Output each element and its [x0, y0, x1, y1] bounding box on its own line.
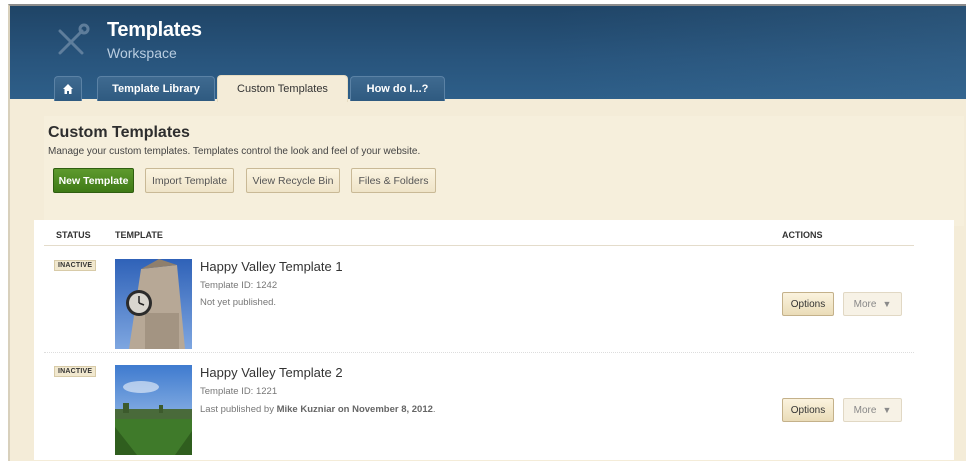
app-title: Templates — [107, 19, 202, 41]
files-folders-button[interactable]: Files & Folders — [351, 168, 436, 193]
template-id: Template ID: 1221 — [200, 386, 278, 397]
template-publish-status: Last published by Mike Kuzniar on Novemb… — [200, 404, 436, 415]
status-badge: INACTIVE — [54, 366, 97, 377]
options-button[interactable]: Options — [782, 292, 834, 316]
status-prefix: Last published by — [200, 404, 277, 415]
status-end: . — [432, 404, 436, 415]
more-label: More — [853, 404, 877, 416]
page-title: Custom Templates — [48, 124, 190, 141]
column-header-template: TEMPLATE — [115, 230, 163, 240]
more-button[interactable]: More ▼ — [843, 398, 902, 422]
publish-date: November 8, 2012 — [352, 404, 433, 415]
import-template-button[interactable]: Import Template — [145, 168, 234, 193]
row-divider — [44, 352, 914, 353]
template-name[interactable]: Happy Valley Template 2 — [200, 365, 343, 380]
options-button[interactable]: Options — [782, 398, 834, 422]
status-mid: on — [335, 404, 353, 415]
template-thumbnail[interactable] — [115, 365, 192, 455]
page-description: Manage your custom templates. Templates … — [48, 146, 421, 157]
caret-down-icon: ▼ — [882, 405, 892, 415]
more-label: More — [853, 298, 877, 310]
more-button[interactable]: More ▼ — [843, 292, 902, 316]
template-id: Template ID: 1242 — [200, 280, 278, 291]
tab-home[interactable] — [54, 76, 82, 101]
publisher-name: Mike Kuzniar — [276, 404, 336, 415]
app-subtitle: Workspace — [107, 45, 177, 61]
tab-how-do-i[interactable]: How do I...? — [350, 76, 445, 101]
new-template-button[interactable]: New Template — [53, 168, 134, 193]
column-header-actions: ACTIONS — [782, 230, 823, 240]
tab-template-library[interactable]: Template Library — [97, 76, 215, 101]
template-thumbnail[interactable] — [115, 259, 192, 349]
view-recycle-bin-button[interactable]: View Recycle Bin — [246, 168, 340, 193]
status-badge: INACTIVE — [54, 260, 97, 271]
caret-down-icon: ▼ — [882, 299, 892, 309]
header-divider — [44, 245, 914, 246]
template-name[interactable]: Happy Valley Template 1 — [200, 259, 343, 274]
column-header-status: STATUS — [56, 230, 91, 240]
tab-custom-templates[interactable]: Custom Templates — [217, 75, 348, 102]
template-publish-status: Not yet published. — [200, 297, 277, 308]
tools-icon — [58, 23, 90, 55]
home-icon — [63, 84, 73, 94]
